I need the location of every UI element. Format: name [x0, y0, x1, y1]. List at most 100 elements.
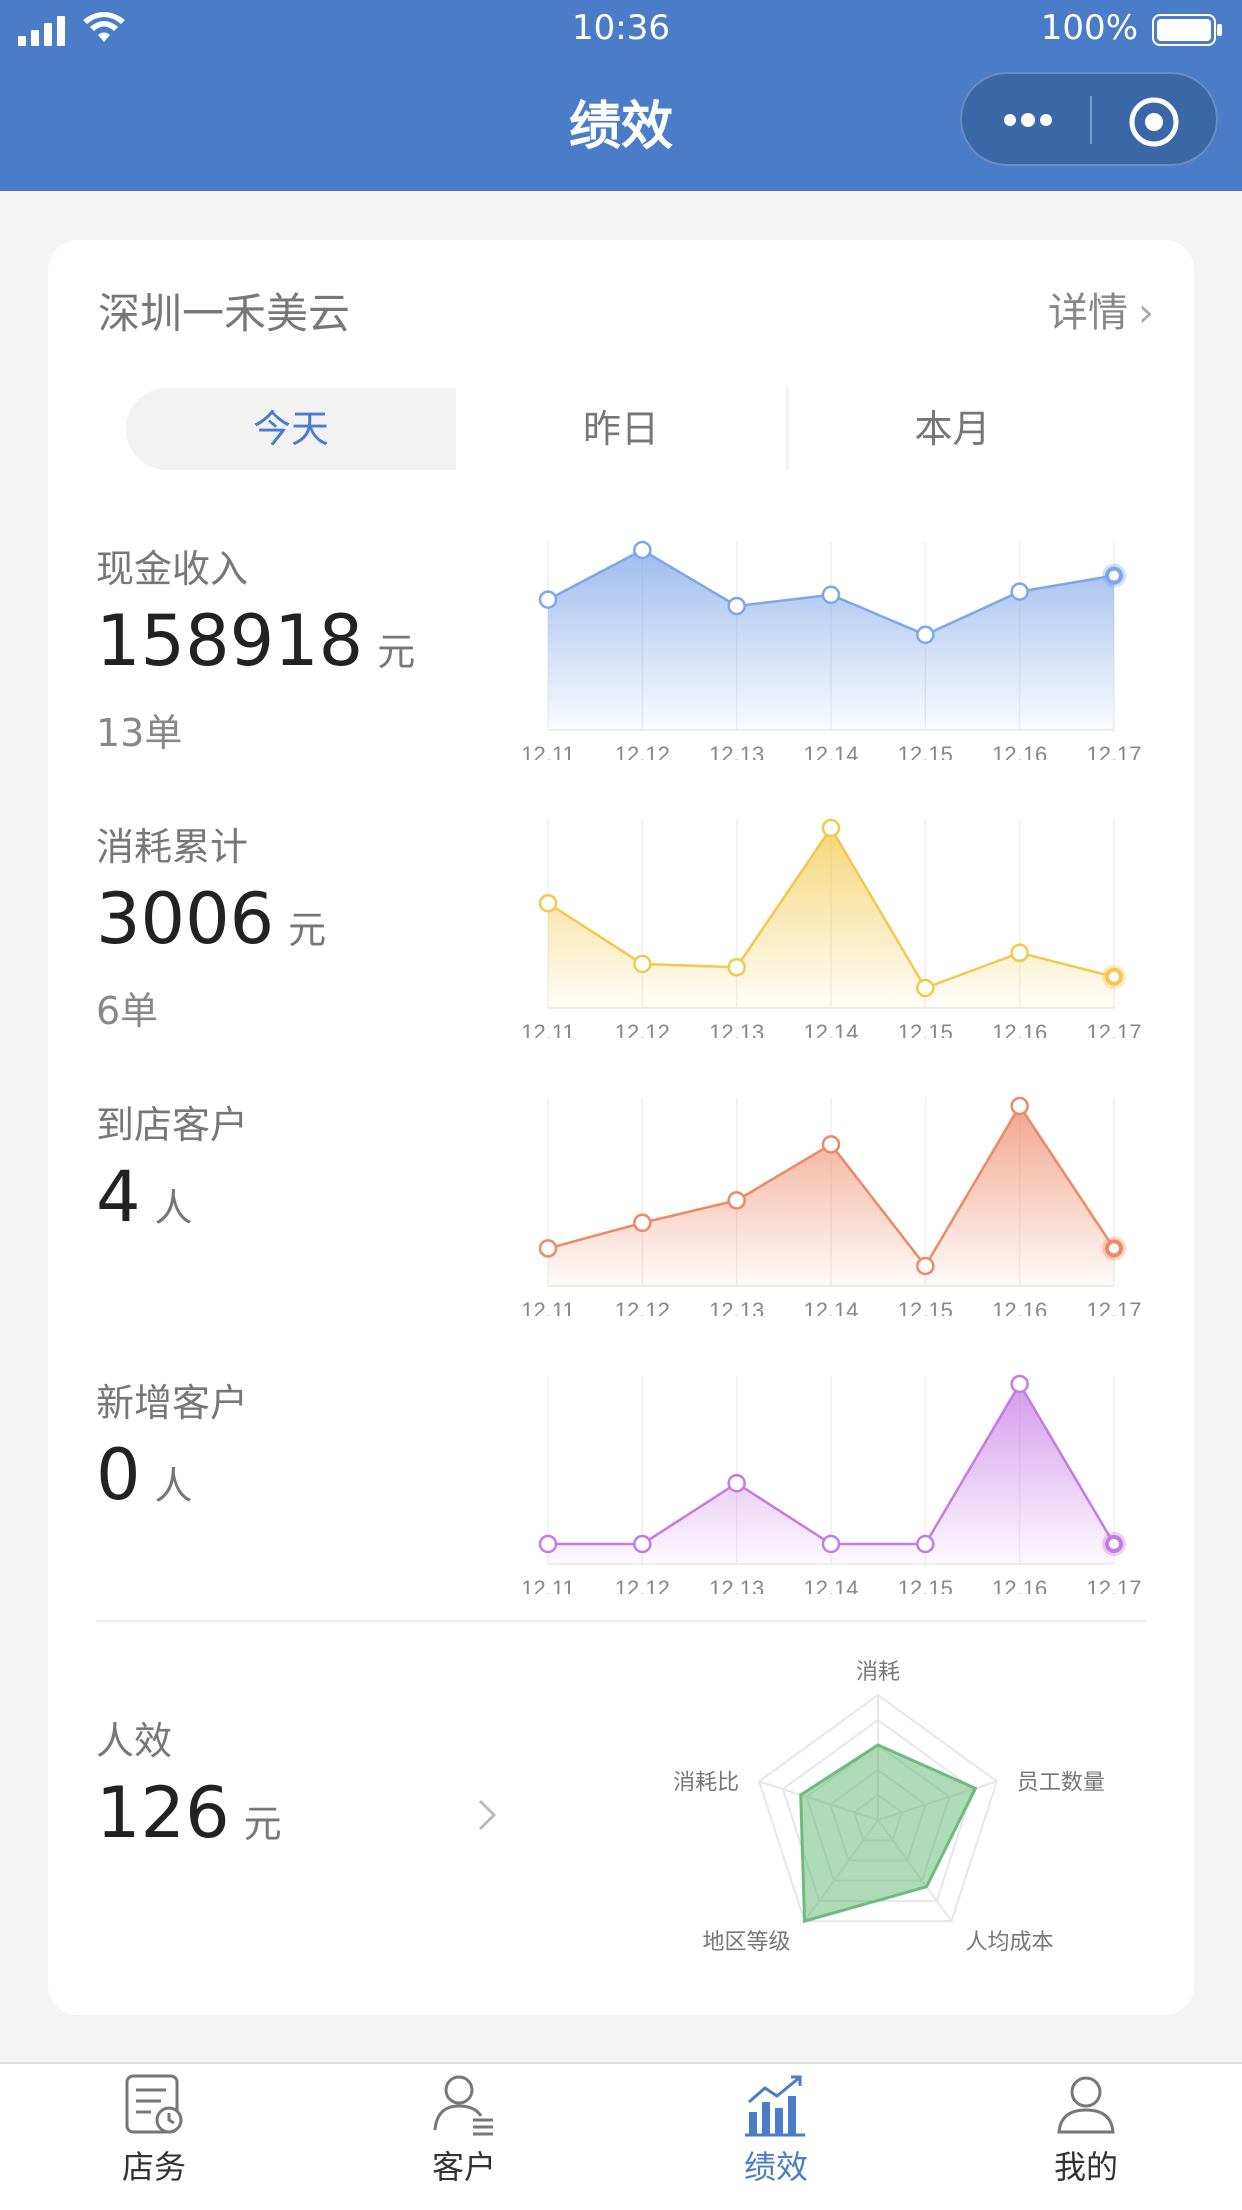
- chart-x-tick: 12.13: [709, 742, 764, 760]
- battery-percent: 100%: [1040, 8, 1138, 48]
- metric-label: 新增客户: [96, 1381, 249, 1425]
- chart-x-tick: 12.15: [898, 742, 953, 760]
- chart-point: [633, 540, 652, 560]
- tab-label: 客户: [431, 2148, 496, 2186]
- chart-x-tick: 12.16: [992, 742, 1047, 760]
- tab-yesterday[interactable]: 昨日: [456, 388, 786, 470]
- bottom-tabbar: 店务 客户 绩效 我的: [0, 2062, 1242, 2210]
- detail-link[interactable]: 详情 ›: [1048, 280, 1154, 338]
- chart-point: [727, 596, 746, 616]
- bar-chart-icon: [745, 2075, 805, 2137]
- metric-label: 消耗累计: [96, 825, 249, 869]
- chart-point: [633, 1213, 652, 1233]
- chart-x-tick: 12.17: [1086, 1020, 1141, 1038]
- efficiency-value[interactable]: 126 元: [96, 1772, 282, 1854]
- tab-store[interactable]: 店务: [64, 2072, 244, 2202]
- tab-this-month[interactable]: 本月: [789, 388, 1116, 470]
- chart-point: [727, 957, 746, 977]
- app-header: 10:36 100% 绩效: [0, 0, 1242, 191]
- chart-point: [821, 1135, 841, 1154]
- more-icon[interactable]: [998, 100, 1058, 140]
- chart-point: [916, 1534, 935, 1554]
- chart-point: [538, 893, 558, 913]
- efficiency-label: 人效: [96, 1719, 173, 1763]
- customer-icon: [433, 2075, 493, 2136]
- chart-x-tick: 12.11: [521, 1298, 574, 1316]
- metric-unit: 人: [154, 1186, 193, 1230]
- chart-point: [633, 954, 652, 974]
- chart-point: [633, 1534, 652, 1554]
- battery-icon: [1152, 14, 1222, 46]
- chart-consumption: 12.11 12.12 12.13 12.14 12.15 12.16 12.17: [521, 818, 1142, 1038]
- metric-label: 现金收入: [96, 547, 249, 591]
- chart-point: [1010, 1096, 1029, 1116]
- radar-axis-label: 地区等级: [703, 1929, 791, 1954]
- chart-point: [1105, 1535, 1123, 1553]
- metric-label: 到店客户: [96, 1103, 249, 1147]
- chevron-right-icon[interactable]: [472, 1795, 502, 1835]
- metric-sub: 13单: [96, 711, 183, 755]
- chart-x-tick: 12.14: [803, 1576, 858, 1594]
- chart-area: [548, 828, 1114, 1008]
- chevron-right-icon: ›: [1138, 290, 1154, 336]
- tab-label: 我的: [1053, 2148, 1118, 2186]
- tab-customers[interactable]: 客户: [374, 2072, 554, 2202]
- tab-label: 绩效: [743, 2148, 808, 2186]
- chart-point: [916, 978, 935, 998]
- chart-point: [538, 1534, 558, 1554]
- chart-point: [727, 1473, 746, 1493]
- performance-card: 深圳一禾美云 详情 › 今天 昨日 本月 现金收入 158918 元 13单 12.…: [48, 240, 1194, 2015]
- chart-x-tick: 12.17: [1086, 1576, 1141, 1594]
- chart-x-tick: 12.11: [521, 1576, 574, 1594]
- chart-x-tick: 12.11: [521, 742, 574, 760]
- chart-x-tick: 12.13: [709, 1298, 764, 1316]
- tab-mine[interactable]: 我的: [996, 2072, 1176, 2202]
- chart-x-tick: 12.14: [803, 1298, 858, 1316]
- metric-number: 4: [96, 1156, 141, 1238]
- chart-x-tick: 12.16: [992, 1298, 1047, 1316]
- chart-point: [538, 1239, 558, 1258]
- chart-x-tick: 12.13: [709, 1020, 764, 1038]
- chart-x-tick: 12.12: [615, 1576, 670, 1594]
- chart-x-tick: 12.11: [521, 1020, 574, 1038]
- detail-label: 详情: [1048, 290, 1128, 336]
- chart-point: [1105, 967, 1123, 986]
- chart-point: [1010, 943, 1029, 963]
- metric-number: 0: [96, 1434, 141, 1516]
- radar-axis-label: 消耗: [856, 1659, 900, 1684]
- metric-value: 158918 元: [96, 600, 415, 682]
- chart-x-tick: 12.12: [615, 742, 670, 760]
- user-icon: [1057, 2076, 1115, 2134]
- chart-point: [1105, 566, 1123, 585]
- radar-axis-label: 人均成本: [965, 1929, 1053, 1954]
- store-name: 深圳一禾美云: [98, 289, 351, 338]
- close-target-icon[interactable]: [1128, 96, 1180, 148]
- radar-axis-label: 消耗比: [673, 1769, 739, 1794]
- chart-x-tick: 12.16: [992, 1576, 1047, 1594]
- tab-today[interactable]: 今天: [126, 388, 456, 470]
- chart-x-tick: 12.14: [803, 742, 858, 760]
- store-tasks-icon: [125, 2074, 183, 2134]
- chart-point: [916, 1256, 935, 1276]
- chart-x-tick: 12.12: [615, 1020, 670, 1038]
- efficiency-number: 126: [96, 1772, 230, 1854]
- chart-x-tick: 12.16: [992, 1020, 1047, 1038]
- chart-point: [1105, 1239, 1123, 1258]
- chart-x-tick: 12.15: [898, 1020, 953, 1038]
- chart-point: [821, 1534, 841, 1554]
- metric-value: 3006 元: [96, 878, 326, 960]
- chart-point: [821, 818, 841, 838]
- chart-point: [1010, 1374, 1029, 1394]
- chart-new-customers: 12.11 12.12 12.13 12.14 12.15 12.16 12.17: [521, 1374, 1142, 1594]
- metric-number: 3006: [96, 878, 275, 960]
- chart-x-tick: 12.13: [709, 1576, 764, 1594]
- divider: [96, 1620, 1146, 1622]
- chart-x-tick: 12.12: [615, 1298, 670, 1316]
- chart-point: [821, 585, 841, 605]
- period-tabs: 今天 昨日 本月: [126, 388, 1116, 470]
- chart-x-tick: 12.17: [1086, 1298, 1141, 1316]
- tab-performance[interactable]: 绩效: [686, 2072, 866, 2202]
- chart-point: [916, 625, 935, 645]
- chart-point: [727, 1191, 746, 1210]
- capsule-divider: [1090, 96, 1092, 144]
